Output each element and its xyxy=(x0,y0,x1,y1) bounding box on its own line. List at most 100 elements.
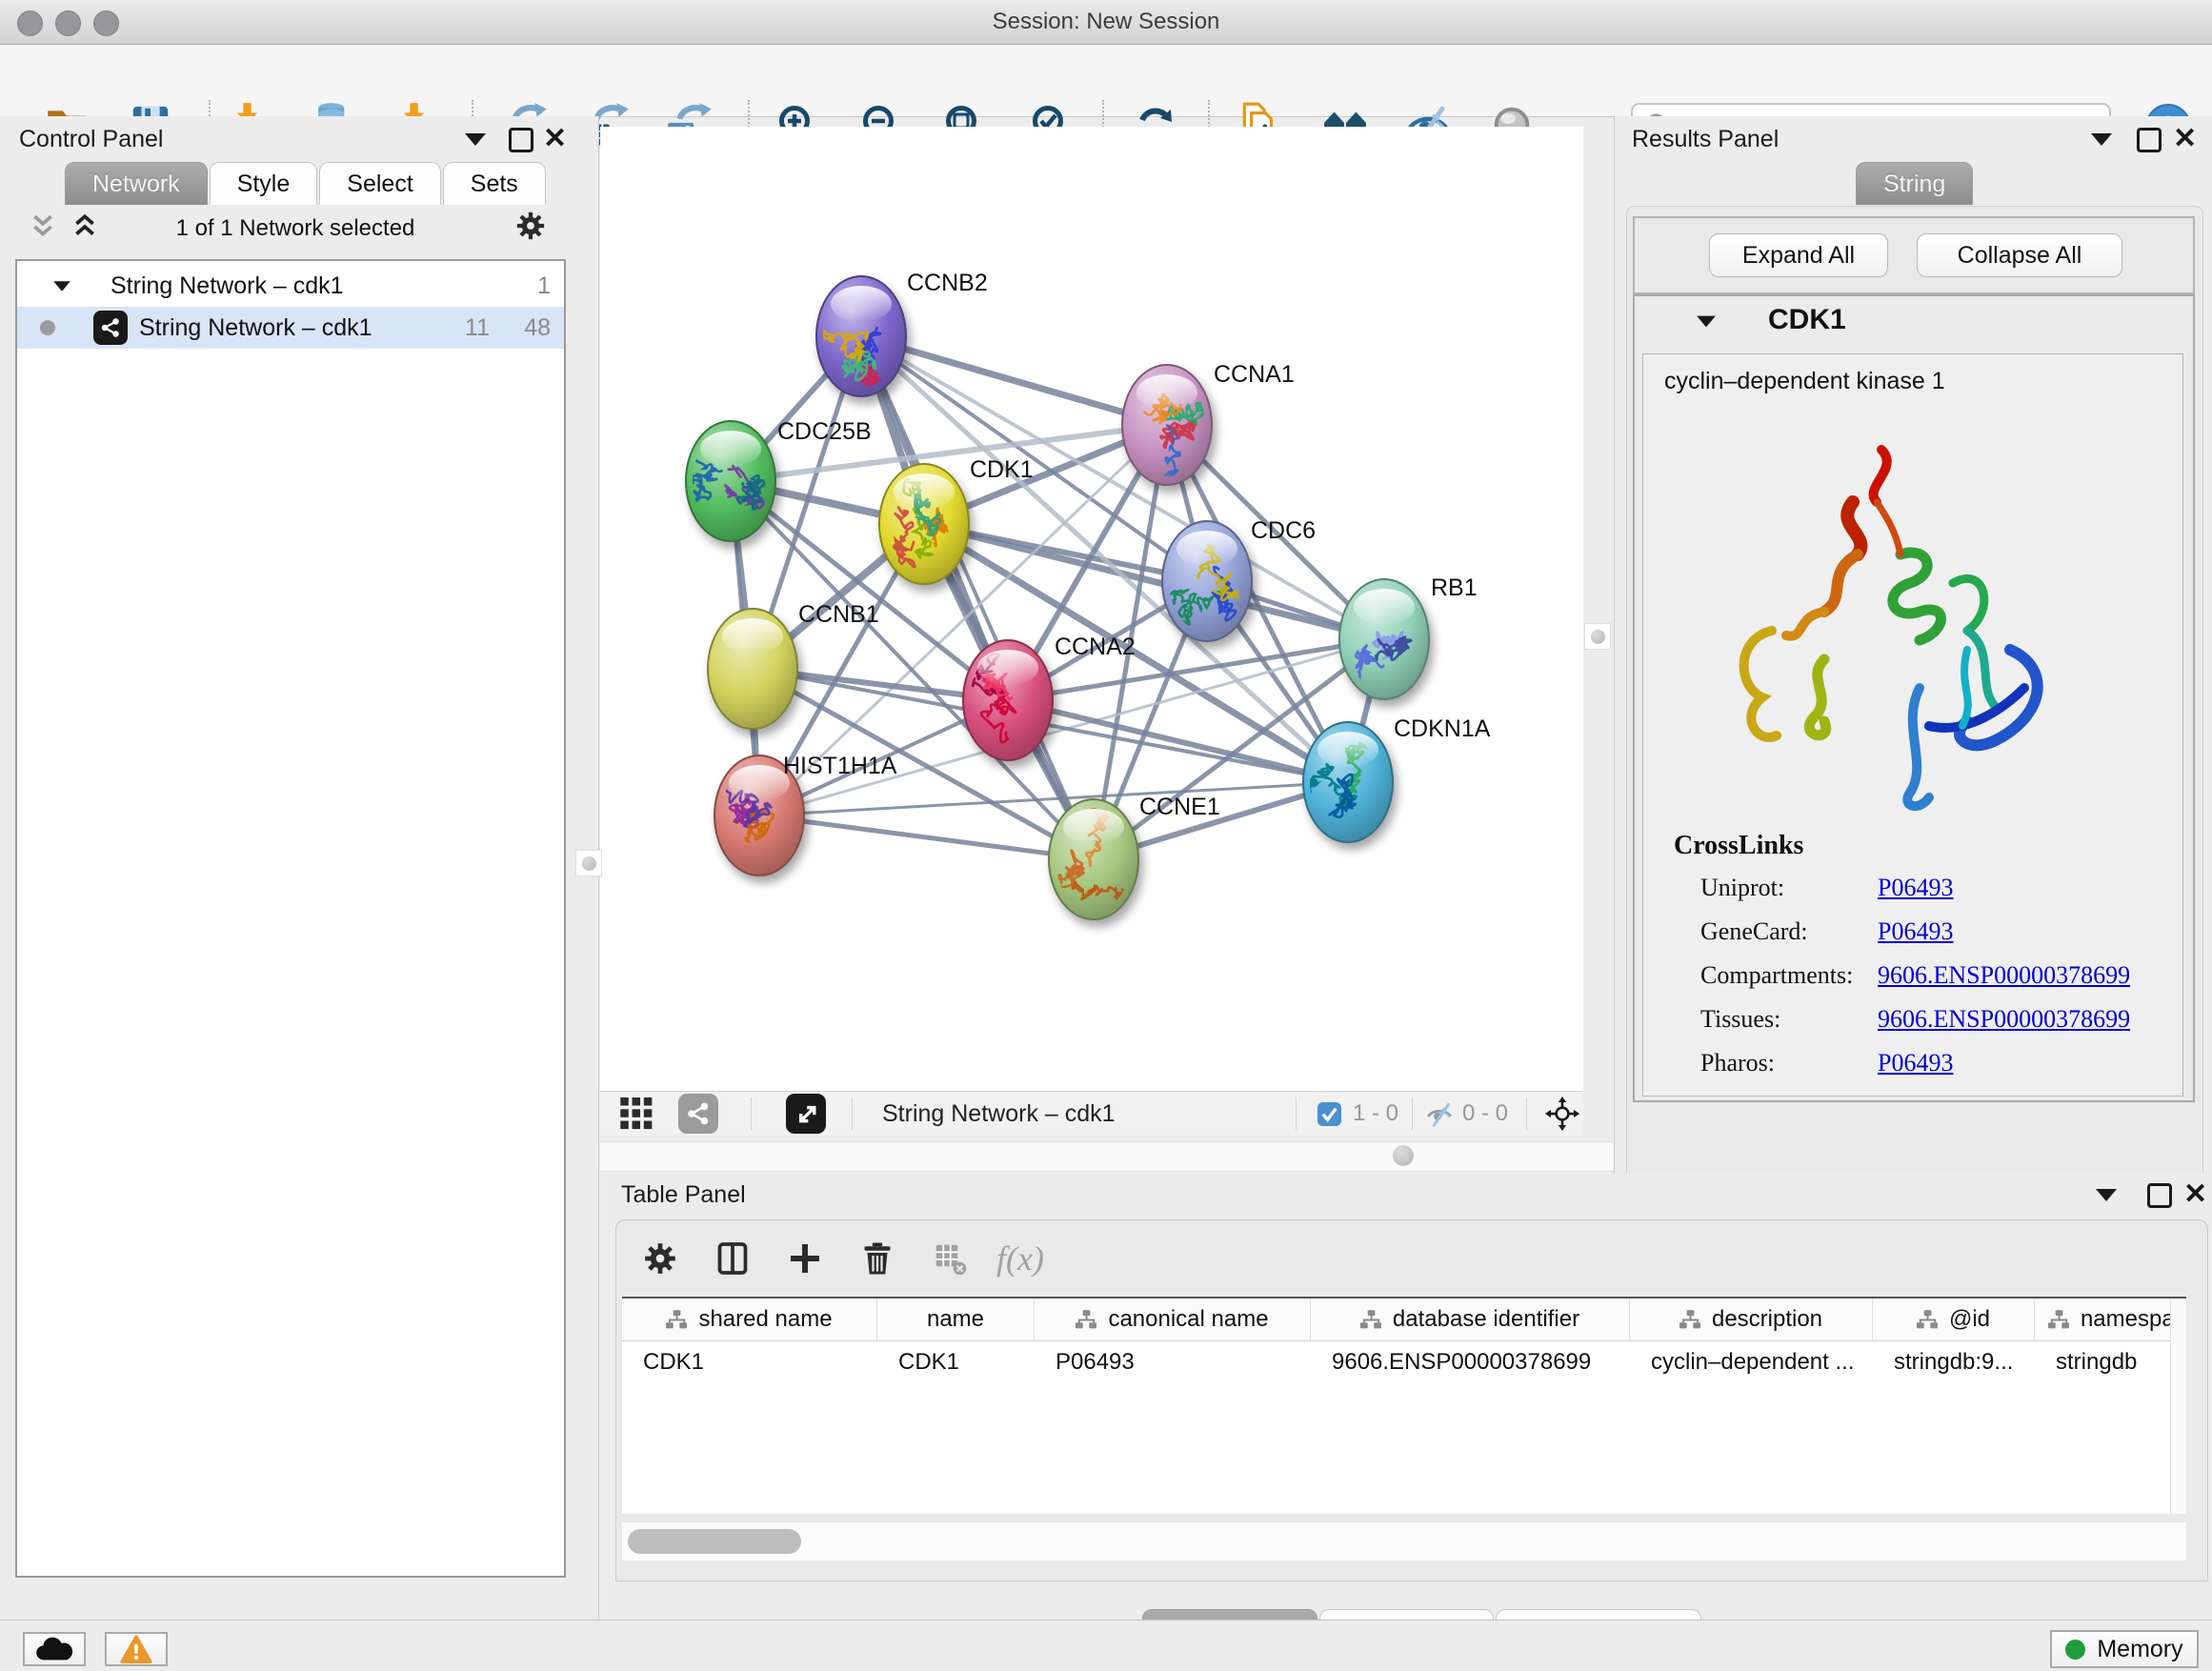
tab-style[interactable]: Style xyxy=(210,162,318,205)
float-panel-icon[interactable] xyxy=(2137,128,2162,152)
collection-label: String Network – cdk1 xyxy=(111,272,344,300)
add-column-icon[interactable] xyxy=(780,1234,830,1283)
close-panel-icon[interactable] xyxy=(543,128,567,151)
horizontal-splitter-handle[interactable] xyxy=(1393,1145,1414,1166)
memory-button[interactable]: Memory xyxy=(2050,1630,2199,1668)
node-ccnb2[interactable] xyxy=(816,276,906,396)
float-panel-icon[interactable] xyxy=(509,128,533,152)
section-expander-icon[interactable] xyxy=(1697,316,1716,328)
tab-select[interactable]: Select xyxy=(319,162,440,205)
column-label: database identifier xyxy=(1393,1306,1579,1333)
results-buttons-box: Expand All Collapse All xyxy=(1633,216,2195,294)
expand-all-icon[interactable] xyxy=(72,213,97,245)
toolbar-separator xyxy=(1296,1097,1297,1130)
network-view-share-icon[interactable] xyxy=(678,1094,718,1134)
table-horizontal-scrollbar[interactable] xyxy=(622,1521,2186,1560)
right-splitter-handle[interactable] xyxy=(1584,623,1611,650)
scrollbar-thumb[interactable] xyxy=(628,1529,801,1554)
network-options-gear-icon[interactable] xyxy=(514,210,547,247)
column-header-name[interactable]: name xyxy=(877,1299,1035,1340)
network-view-canvas[interactable]: CCNB2CCNA1CDC25BCDK1CDC6RB1CCNB1CCNA2CDK… xyxy=(600,127,1583,1091)
crosslink-link[interactable]: P06493 xyxy=(1878,1049,1953,1077)
panel-menu-icon[interactable] xyxy=(2091,133,2112,146)
warnings-button[interactable] xyxy=(105,1632,168,1666)
crosslink-row: Uniprot:P06493 xyxy=(1643,874,2182,917)
node-label-ccne1: CCNE1 xyxy=(1139,794,1220,820)
node-label-cdk1: CDK1 xyxy=(970,456,1034,483)
network-edge-count: 48 xyxy=(524,314,551,342)
column-header-database-identifier[interactable]: database identifier xyxy=(1311,1299,1630,1340)
column-header-description[interactable]: description xyxy=(1630,1299,1873,1340)
column-label: canonical name xyxy=(1108,1306,1268,1333)
edge-hist1h1a-ccne1[interactable] xyxy=(759,815,1094,859)
network-collection-row[interactable]: String Network – cdk1 1 xyxy=(17,265,564,307)
node-table[interactable]: shared name name canonical name database id… xyxy=(622,1297,2186,1514)
node-table-pane: f(x) shared name name canonical name databa… xyxy=(615,1219,2208,1581)
table-cell[interactable]: CDK1 xyxy=(622,1341,877,1383)
grid-view-icon[interactable] xyxy=(620,1097,662,1135)
crosslink-link[interactable]: P06493 xyxy=(1878,874,1953,902)
crosslink-link[interactable]: 9606.ENSP00000378699 xyxy=(1878,961,2130,990)
show-columns-icon[interactable] xyxy=(708,1234,757,1283)
float-panel-icon[interactable] xyxy=(2147,1183,2172,1208)
node-ccne1[interactable] xyxy=(1049,799,1145,919)
column-header-canonical-name[interactable]: canonical name xyxy=(1035,1299,1311,1340)
crosslinks-list: Uniprot:P06493GeneCard:P06493Compartment… xyxy=(1643,874,2182,1093)
node-cdc6[interactable] xyxy=(1162,521,1252,641)
table-cell[interactable]: 9606.ENSP00000378699 xyxy=(1311,1341,1630,1383)
hidden-eye-slash-icon[interactable] xyxy=(1425,1100,1454,1134)
expand-all-button[interactable]: Expand All xyxy=(1709,233,1888,277)
tab-string[interactable]: String xyxy=(1856,162,1973,205)
birds-eye-view-icon[interactable] xyxy=(786,1094,826,1134)
selected-checkbox-icon[interactable] xyxy=(1317,1101,1342,1132)
table-options-gear-icon[interactable] xyxy=(635,1234,685,1283)
node-cdc25b[interactable] xyxy=(686,421,775,541)
edge-ccnb2-ccne1[interactable] xyxy=(861,336,1094,859)
table-cell[interactable]: stringdb xyxy=(2035,1341,2186,1383)
column-header-shared-name[interactable]: shared name xyxy=(622,1299,877,1340)
panel-menu-icon[interactable] xyxy=(2096,1189,2117,1201)
collapse-all-button[interactable]: Collapse All xyxy=(1917,233,2122,277)
table-cell[interactable]: P06493 xyxy=(1035,1341,1311,1383)
table-cell[interactable]: CDK1 xyxy=(877,1341,1035,1383)
function-builder-button[interactable]: f(x) xyxy=(995,1234,1045,1283)
close-panel-icon[interactable] xyxy=(2173,128,2197,151)
left-splitter-handle[interactable] xyxy=(575,850,602,876)
table-header-row: shared name name canonical name database id… xyxy=(622,1299,2186,1341)
fit-content-crosshair-icon[interactable] xyxy=(1545,1097,1579,1136)
table-cell[interactable]: cyclin–dependent ... xyxy=(1630,1341,1873,1383)
node-cdkn1a[interactable] xyxy=(1303,722,1393,842)
node-cdk1[interactable] xyxy=(879,464,969,584)
column-header-id[interactable]: @id xyxy=(1873,1299,2035,1340)
cloud-status-button[interactable] xyxy=(23,1632,86,1666)
column-tree-icon xyxy=(1360,1310,1381,1329)
table-vertical-scrollbar[interactable] xyxy=(2170,1299,2186,1514)
tab-network[interactable]: Network xyxy=(65,162,208,205)
column-tree-icon xyxy=(2048,1310,2069,1329)
collapse-all-icon[interactable] xyxy=(30,213,55,245)
table-row[interactable]: CDK1CDK1P064939606.ENSP00000378699cyclin… xyxy=(622,1341,2186,1383)
collection-count: 1 xyxy=(537,272,551,300)
node-rb1[interactable] xyxy=(1339,579,1429,699)
column-label: name xyxy=(927,1306,984,1333)
table-cell[interactable]: stringdb:9... xyxy=(1873,1341,2035,1383)
node-label-cdc25b: CDC25B xyxy=(777,418,872,445)
delete-column-trash-icon[interactable] xyxy=(853,1234,902,1283)
node-ccna2[interactable] xyxy=(963,640,1053,760)
delete-table-icon[interactable] xyxy=(925,1234,975,1283)
network-row[interactable]: String Network – cdk1 11 48 xyxy=(17,307,564,349)
tab-sets[interactable]: Sets xyxy=(443,162,546,205)
network-graph[interactable]: CCNB2CCNA1CDC25BCDK1CDC6RB1CCNB1CCNA2CDK… xyxy=(600,127,1583,1091)
panel-menu-icon[interactable] xyxy=(465,133,486,146)
column-header-namespace[interactable]: namespace xyxy=(2035,1299,2186,1340)
memory-label: Memory xyxy=(2097,1636,2182,1663)
node-label-cdkn1a: CDKN1A xyxy=(1394,715,1491,742)
gene-section: CDK1 cyclin–dependent kinase 1 xyxy=(1633,294,2195,1102)
crosslink-link[interactable]: 9606.ENSP00000378699 xyxy=(1878,1005,2130,1034)
toolbar-separator xyxy=(1412,1097,1413,1130)
close-panel-icon[interactable] xyxy=(2183,1183,2207,1206)
network-node-count: 11 xyxy=(465,314,490,342)
crosslink-link[interactable]: P06493 xyxy=(1878,917,1953,946)
node-ccnb1[interactable] xyxy=(708,609,797,729)
tree-expander-icon[interactable] xyxy=(53,281,70,291)
